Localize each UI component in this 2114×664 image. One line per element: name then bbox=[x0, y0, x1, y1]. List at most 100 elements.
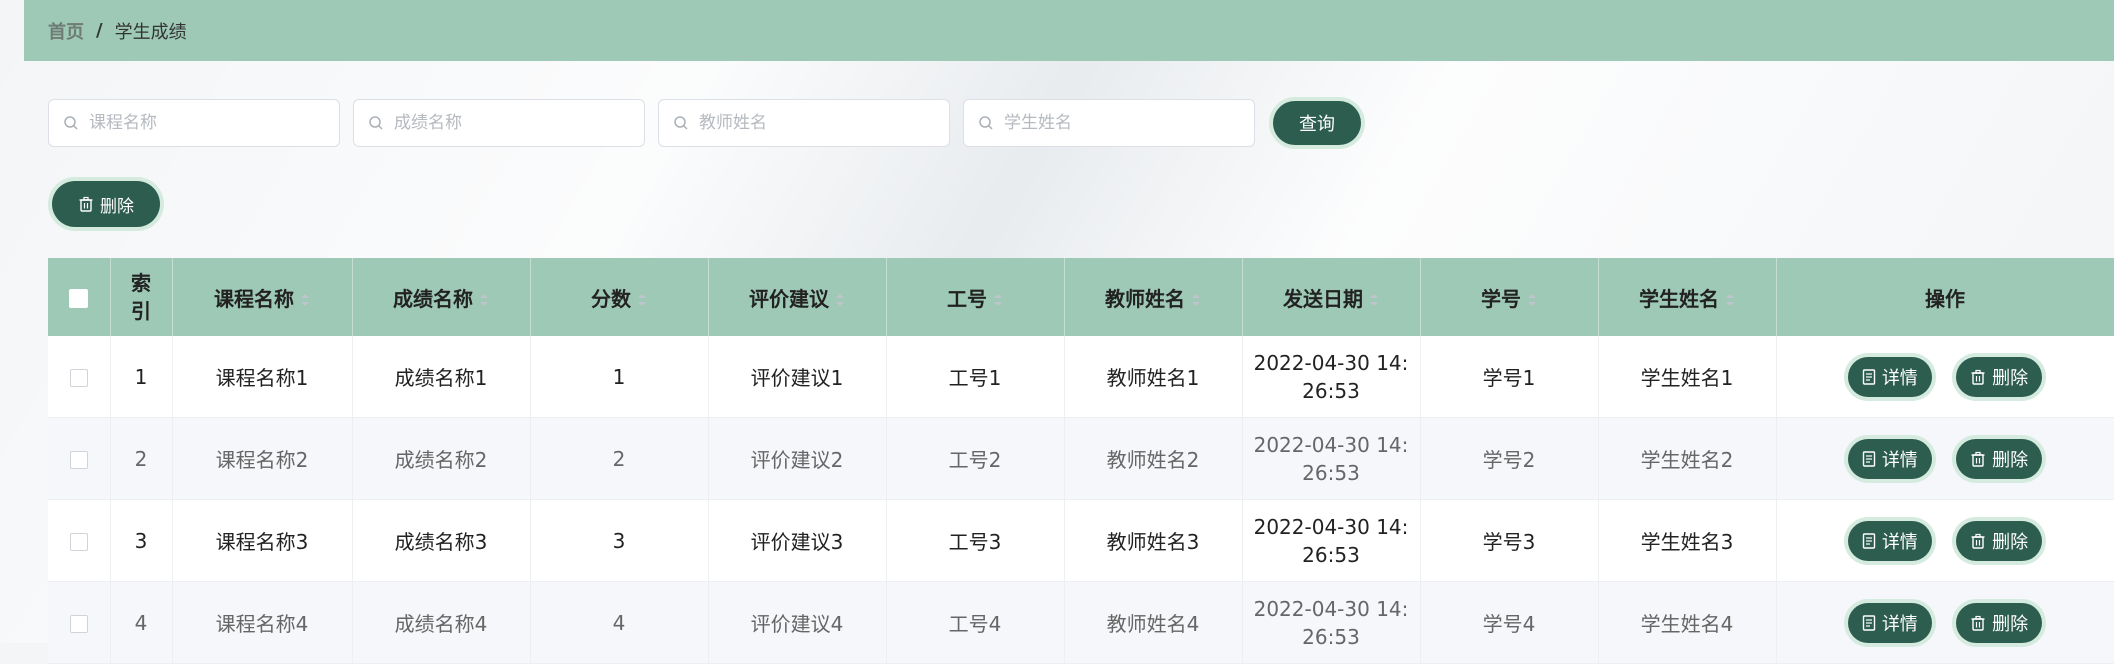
breadcrumb-home[interactable]: 首页 bbox=[48, 18, 84, 44]
trash-icon bbox=[1971, 615, 1985, 631]
row-checkbox[interactable] bbox=[69, 369, 88, 387]
sort-icon[interactable] bbox=[479, 293, 489, 307]
sort-icon[interactable] bbox=[1191, 293, 1201, 307]
header-advice[interactable]: 评价建议 bbox=[708, 258, 887, 336]
cell-job-no: 工号1 bbox=[886, 336, 1065, 418]
batch-delete-button[interactable]: 删除 bbox=[52, 181, 160, 227]
delete-button[interactable]: 删除 bbox=[1956, 520, 2043, 561]
cell-ops: 详情 删除 bbox=[1776, 336, 2114, 418]
cell-score-name: 成绩名称2 bbox=[352, 417, 531, 500]
delete-button[interactable]: 删除 bbox=[1956, 438, 2043, 479]
cell-ops: 详情 删除 bbox=[1776, 581, 2114, 664]
trash-icon bbox=[1971, 533, 1985, 549]
cell-teacher: 教师姓名1 bbox=[1064, 336, 1243, 418]
header-student[interactable]: 学生姓名 bbox=[1598, 258, 1777, 336]
cell-student: 学生姓名4 bbox=[1598, 581, 1777, 664]
trash-icon bbox=[1971, 451, 1985, 467]
student-name-input[interactable] bbox=[1002, 112, 1236, 134]
cell-score-name: 成绩名称1 bbox=[352, 336, 531, 418]
score-name-search[interactable] bbox=[353, 99, 645, 147]
search-bar: 查询 bbox=[48, 99, 1361, 147]
detail-button[interactable]: 详情 bbox=[1847, 438, 1932, 479]
cell-index: 1 bbox=[110, 336, 173, 418]
cell-course: 课程名称3 bbox=[172, 499, 353, 582]
cell-advice: 评价建议4 bbox=[708, 581, 887, 664]
detail-button[interactable]: 详情 bbox=[1847, 602, 1932, 643]
cell-job-no: 工号3 bbox=[886, 499, 1065, 582]
header-date[interactable]: 发送日期 bbox=[1242, 258, 1421, 336]
cell-student-no: 学号4 bbox=[1420, 581, 1599, 664]
cell-student-no: 学号1 bbox=[1420, 336, 1599, 418]
table-row: 3 课程名称3 成绩名称3 3 评价建议3 工号3 教师姓名3 2022-04-… bbox=[48, 499, 2114, 582]
score-name-input[interactable] bbox=[392, 112, 626, 134]
header-index: 索引 bbox=[110, 258, 173, 336]
header-student-no[interactable]: 学号 bbox=[1420, 258, 1599, 336]
cell-date: 2022-04-30 14: 26:53 bbox=[1242, 417, 1421, 500]
cell-student: 学生姓名2 bbox=[1598, 417, 1777, 500]
cell-advice: 评价建议1 bbox=[708, 336, 887, 418]
header-job-no[interactable]: 工号 bbox=[886, 258, 1065, 336]
cell-course: 课程名称2 bbox=[172, 417, 353, 500]
course-name-input[interactable] bbox=[87, 112, 321, 134]
table-row: 1 课程名称1 成绩名称1 1 评价建议1 工号1 教师姓名1 2022-04-… bbox=[48, 336, 2114, 418]
course-name-search[interactable] bbox=[48, 99, 340, 147]
cell-teacher: 教师姓名4 bbox=[1064, 581, 1243, 664]
row-checkbox[interactable] bbox=[69, 533, 88, 551]
delete-button[interactable]: 删除 bbox=[1956, 356, 2043, 397]
delete-button[interactable]: 删除 bbox=[1956, 602, 2043, 643]
sort-icon[interactable] bbox=[835, 293, 845, 307]
detail-button[interactable]: 详情 bbox=[1847, 356, 1932, 397]
cell-date: 2022-04-30 14: 26:53 bbox=[1242, 581, 1421, 664]
cell-score: 3 bbox=[530, 499, 709, 582]
header-score-name[interactable]: 成绩名称 bbox=[352, 258, 531, 336]
breadcrumb-separator: / bbox=[96, 20, 103, 41]
cell-score: 4 bbox=[530, 581, 709, 664]
cell-course: 课程名称4 bbox=[172, 581, 353, 664]
search-icon bbox=[674, 116, 688, 130]
cell-advice: 评价建议2 bbox=[708, 417, 887, 500]
document-icon bbox=[1862, 368, 1876, 385]
sort-icon[interactable] bbox=[1725, 293, 1735, 307]
header-teacher[interactable]: 教师姓名 bbox=[1064, 258, 1243, 336]
cell-score: 1 bbox=[530, 336, 709, 418]
query-button[interactable]: 查询 bbox=[1273, 101, 1361, 145]
teacher-name-search[interactable] bbox=[658, 99, 950, 147]
detail-button[interactable]: 详情 bbox=[1847, 520, 1932, 561]
cell-job-no: 工号4 bbox=[886, 581, 1065, 664]
cell-index: 3 bbox=[110, 499, 173, 582]
cell-student: 学生姓名1 bbox=[1598, 336, 1777, 418]
cell-date: 2022-04-30 14: 26:53 bbox=[1242, 336, 1421, 418]
sort-icon[interactable] bbox=[1369, 293, 1379, 307]
cell-advice: 评价建议3 bbox=[708, 499, 887, 582]
teacher-name-input[interactable] bbox=[697, 112, 931, 134]
document-icon bbox=[1862, 532, 1876, 549]
select-all-cell bbox=[48, 258, 111, 336]
cell-score-name: 成绩名称4 bbox=[352, 581, 531, 664]
cell-student-no: 学号3 bbox=[1420, 499, 1599, 582]
trash-icon bbox=[1971, 369, 1985, 385]
row-checkbox[interactable] bbox=[69, 451, 88, 469]
table-header-row: 索引 课程名称 成绩名称 分数 评价建议 工号 教师姓名 发送日期 学号 学生姓… bbox=[48, 258, 2114, 336]
header-course[interactable]: 课程名称 bbox=[172, 258, 353, 336]
student-name-search[interactable] bbox=[963, 99, 1255, 147]
cell-date: 2022-04-30 14: 26:53 bbox=[1242, 499, 1421, 582]
cell-student: 学生姓名3 bbox=[1598, 499, 1777, 582]
score-table: 索引 课程名称 成绩名称 分数 评价建议 工号 教师姓名 发送日期 学号 学生姓… bbox=[48, 258, 2114, 664]
select-all-checkbox[interactable] bbox=[69, 289, 89, 308]
sort-icon[interactable] bbox=[1527, 293, 1537, 307]
batch-delete-label: 删除 bbox=[100, 196, 134, 217]
sort-icon[interactable] bbox=[637, 293, 647, 307]
cell-course: 课程名称1 bbox=[172, 336, 353, 418]
sort-icon[interactable] bbox=[993, 293, 1003, 307]
cell-teacher: 教师姓名2 bbox=[1064, 417, 1243, 500]
row-checkbox[interactable] bbox=[69, 615, 88, 633]
breadcrumb: 首页 / 学生成绩 bbox=[24, 0, 2114, 61]
cell-index: 2 bbox=[110, 417, 173, 500]
cell-teacher: 教师姓名3 bbox=[1064, 499, 1243, 582]
sort-icon[interactable] bbox=[300, 293, 310, 307]
header-score[interactable]: 分数 bbox=[530, 258, 709, 336]
cell-score-name: 成绩名称3 bbox=[352, 499, 531, 582]
breadcrumb-current: 学生成绩 bbox=[114, 21, 187, 43]
header-ops: 操作 bbox=[1776, 258, 2114, 336]
search-icon bbox=[369, 116, 383, 130]
